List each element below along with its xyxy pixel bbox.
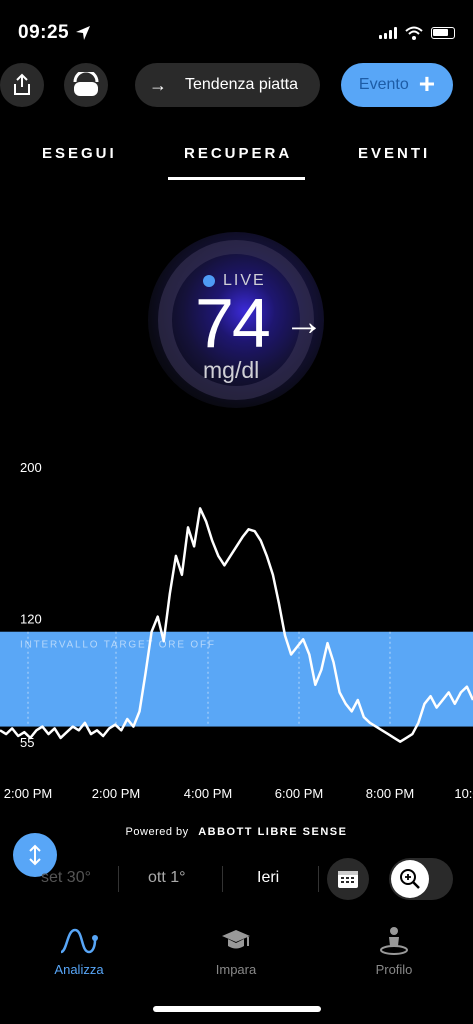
trend-pill[interactable]: → Tendenza piatta xyxy=(135,63,320,107)
graduation-cap-icon xyxy=(222,930,250,949)
y-tick-label: 200 xyxy=(20,460,42,475)
share-icon xyxy=(14,73,30,95)
trend-label: Tendenza piatta xyxy=(185,76,298,93)
home-indicator xyxy=(153,1006,321,1012)
x-tick-label: 8:00 PM xyxy=(366,786,414,801)
date-separator xyxy=(222,866,223,892)
vertical-arrows-icon xyxy=(29,844,41,866)
event-label: Evento xyxy=(358,76,409,93)
person-icon xyxy=(380,927,408,955)
x-tick-label: 2:00 PM xyxy=(92,786,140,801)
y-tick-label: 120 xyxy=(20,612,42,627)
tab-recupera[interactable]: RECUPERA xyxy=(184,145,292,162)
nav-label: Analizza xyxy=(54,962,104,977)
calendar-icon xyxy=(338,871,358,888)
nav-label: Profilo xyxy=(375,962,413,977)
x-tick-label: 10:0 xyxy=(454,786,473,801)
nav-impara[interactable]: Impara xyxy=(181,926,291,977)
glucose-chart[interactable]: INTERVALLO TARGET ORE OFF 200 120 55 2:0… xyxy=(0,460,473,810)
plus-icon: + xyxy=(418,68,436,99)
zoom-knob[interactable] xyxy=(391,860,429,898)
calendar-button[interactable] xyxy=(327,858,369,900)
tab-underline xyxy=(168,177,305,180)
powered-brand: ABBOTT LIBRE SENSE xyxy=(198,826,348,838)
status-time: 09:25 xyxy=(18,22,70,43)
date-separator xyxy=(318,866,319,892)
nav-analizza[interactable]: Analizza xyxy=(24,926,134,977)
zoom-in-icon xyxy=(400,869,420,889)
signal-icon xyxy=(379,27,397,39)
trend-arrow-icon: → xyxy=(284,300,324,344)
glucose-value: 74 xyxy=(195,284,271,362)
x-tick-label: 2:00 PM xyxy=(4,786,52,801)
target-range-label: INTERVALLO TARGET ORE OFF xyxy=(20,640,216,651)
x-tick-label: 6:00 PM xyxy=(275,786,323,801)
sensor-icon xyxy=(73,72,99,96)
date-separator xyxy=(118,866,119,892)
x-axis: 2:00 PM 2:00 PM 4:00 PM 6:00 PM 8:00 PM 10:0 xyxy=(4,786,473,801)
wifi-icon xyxy=(405,26,423,40)
sensor-button[interactable] xyxy=(64,63,108,107)
wave-icon xyxy=(60,928,98,954)
date-ieri[interactable]: Ieri xyxy=(257,869,279,887)
x-tick-label: 4:00 PM xyxy=(184,786,232,801)
date-set-30[interactable]: set 30° xyxy=(41,869,91,887)
add-event-button[interactable]: Evento + xyxy=(341,63,453,107)
location-arrow-icon xyxy=(76,26,90,40)
tab-eventi[interactable]: EVENTI xyxy=(358,145,430,162)
powered-by: Powered by ABBOTT LIBRE SENSE xyxy=(0,826,473,838)
arrow-right-icon: → xyxy=(149,74,167,95)
nav-label: Impara xyxy=(215,962,257,977)
powered-prefix: Powered by xyxy=(125,826,189,838)
tab-esegui[interactable]: ESEGUI xyxy=(42,145,117,162)
nav-profilo[interactable]: Profilo xyxy=(339,926,449,977)
status-indicators xyxy=(379,26,455,40)
date-ott-1[interactable]: ott 1° xyxy=(148,869,186,887)
glucose-unit: mg/dl xyxy=(203,357,260,383)
battery-icon xyxy=(431,27,455,39)
share-button[interactable] xyxy=(0,63,44,107)
